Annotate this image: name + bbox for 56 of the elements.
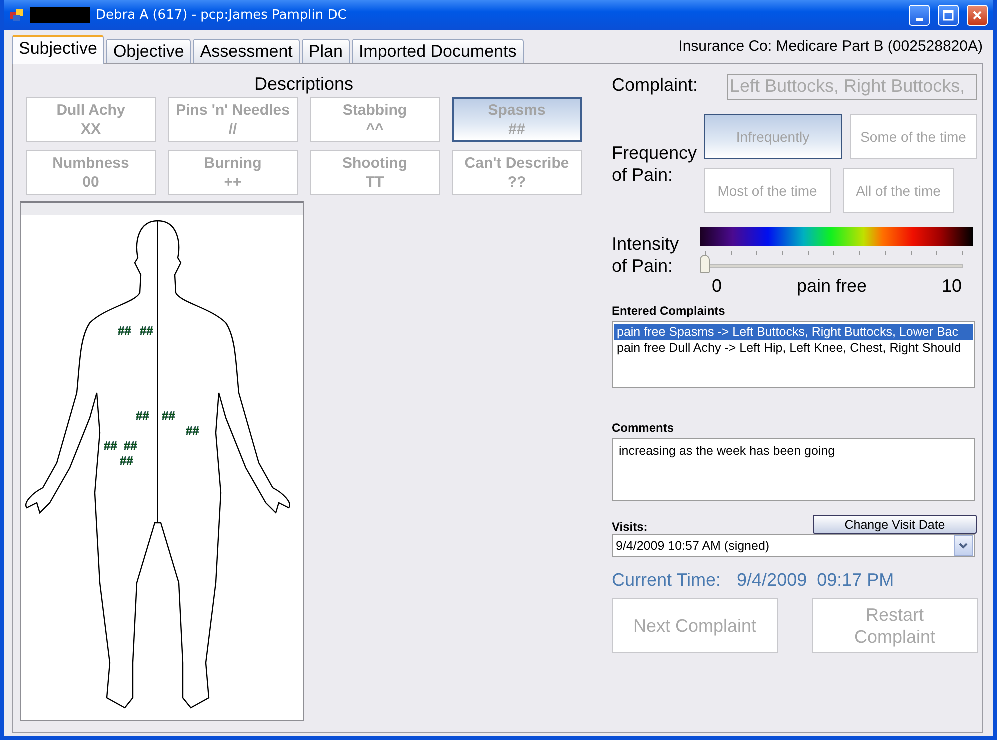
comments-field[interactable]: increasing as the week has been going: [612, 438, 975, 501]
description-button[interactable]: Burning ++: [168, 150, 298, 195]
close-icon: [972, 10, 983, 20]
visits-dropdown[interactable]: 9/4/2009 10:57 AM (signed): [612, 534, 975, 557]
frequency-button[interactable]: Most of the time: [704, 168, 831, 213]
scale-max-label: 10: [942, 276, 962, 297]
complaint-list-item[interactable]: pain free Spasms -> Left Buttocks, Right Buttocks, Lower Bac: [614, 324, 973, 340]
frequency-label: Frequency of Pain:: [612, 142, 698, 186]
frequency-button[interactable]: Infrequently: [704, 114, 842, 159]
pain-marker: ##: [136, 410, 150, 422]
pain-marker: ##: [162, 410, 176, 422]
close-button[interactable]: [967, 4, 988, 26]
maximize-icon: [943, 10, 954, 20]
description-button[interactable]: Numbness 00: [26, 150, 156, 195]
pain-marker: ##: [104, 440, 118, 452]
current-time-label: Current Time:: [612, 570, 722, 591]
complaint-list-item[interactable]: pain free Dull Achy -> Left Hip, Left Knee, Chest, Right Should: [614, 340, 973, 356]
window-title: Debra A (617) - pcp:James Pamplin DC: [96, 8, 347, 22]
entered-complaints-label: Entered Complaints: [612, 304, 726, 318]
maximize-button[interactable]: [938, 4, 959, 26]
redaction-bar: [30, 7, 90, 23]
pain-marker: ##: [186, 425, 200, 437]
insurance-label: Insurance Co: Medicare Part B (002528820A): [678, 38, 983, 57]
scale-min-label: 0: [712, 276, 722, 297]
complaint-field[interactable]: Left Buttocks, Right Buttocks,: [727, 74, 977, 100]
pain-marker: ##: [120, 455, 134, 467]
minimize-icon: [916, 18, 923, 20]
description-button[interactable]: Spasms ##: [452, 97, 582, 142]
pain-marker: ##: [124, 440, 138, 452]
visits-label: Visits:: [612, 520, 648, 534]
description-button[interactable]: Pins 'n' Needles //: [168, 97, 298, 142]
description-button[interactable]: Shooting TT: [310, 150, 440, 195]
pain-marker: ##: [118, 325, 132, 337]
change-visit-date-button[interactable]: Change Visit Date: [813, 515, 977, 534]
description-button[interactable]: Dull Achy XX: [26, 97, 156, 142]
complaint-label: Complaint:: [612, 74, 698, 97]
tab[interactable]: Imported Documents: [352, 39, 524, 63]
intensity-label: Intensity of Pain:: [612, 233, 680, 278]
tab[interactable]: Subjective: [12, 35, 104, 64]
pain-marker: ##: [140, 325, 154, 337]
comments-label: Comments: [612, 421, 676, 435]
slider-thumb[interactable]: [700, 255, 710, 273]
tab[interactable]: Assessment: [193, 39, 300, 63]
next-complaint-button[interactable]: Next Complaint: [612, 598, 778, 653]
description-button[interactable]: Stabbing ^^: [310, 97, 440, 142]
tab[interactable]: Objective: [106, 39, 192, 63]
tab[interactable]: Plan: [302, 39, 350, 63]
intensity-reading: pain free: [796, 276, 868, 297]
app-icon: [10, 8, 24, 22]
description-button[interactable]: Can't Describe ??: [452, 150, 582, 195]
current-time-value: 9/4/2009 09:17 PM: [737, 570, 894, 591]
frequency-button[interactable]: All of the time: [843, 168, 954, 213]
section-heading: Descriptions: [253, 74, 355, 96]
restart-complaint-button[interactable]: Restart Complaint: [812, 598, 978, 653]
minimize-button[interactable]: [909, 4, 930, 26]
frequency-button[interactable]: Some of the time: [850, 114, 977, 159]
